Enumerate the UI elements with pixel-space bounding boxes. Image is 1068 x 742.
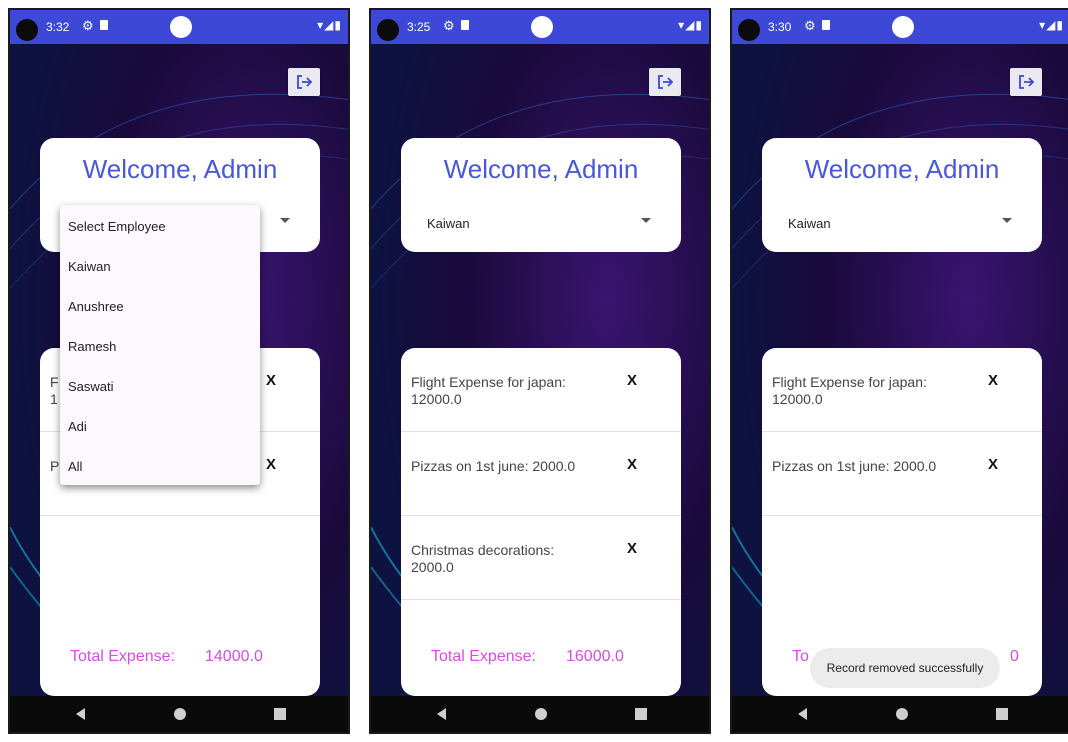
navigation-bar [371,696,709,732]
back-icon[interactable] [437,708,446,720]
expense-text: Christmas decorations: 2000.0 [411,542,555,575]
expense-list-card: Flight Expense for japan: 12000.0 X Pizz… [762,348,1042,696]
remove-expense-button[interactable]: X [988,456,998,473]
dropdown-option[interactable]: Anushree [68,299,124,314]
sd-card-icon [100,20,108,30]
expense-row: Flight Expense for japan: 12000.0 X [401,348,681,432]
status-bar: 3:25 ⚙ ▾◢▮ [371,10,709,44]
logout-button[interactable] [1010,68,1042,96]
expense-row: Pizzas on 1st june: 2000.0 X [401,432,681,516]
dropdown-caret-icon[interactable] [1002,218,1012,223]
recent-apps-icon[interactable] [996,708,1008,720]
back-icon[interactable] [76,708,85,720]
remove-expense-button[interactable]: X [627,540,637,557]
employee-select[interactable]: Kaiwan [788,216,831,231]
home-icon[interactable] [174,708,186,720]
expense-row: Flight Expense for japan: 12000.0 X [762,348,1042,432]
navigation-bar [10,696,348,732]
dropdown-option[interactable]: Saswati [68,379,114,394]
recent-apps-icon[interactable] [635,708,647,720]
employee-select[interactable]: Kaiwan [427,216,470,231]
status-dot-icon [892,16,914,38]
remove-expense-button[interactable]: X [266,456,276,473]
total-expense-value: 16000.0 [566,648,624,665]
total-expense-label: To [792,648,809,665]
dropdown-option[interactable]: Adi [68,419,87,434]
welcome-title: Welcome, Admin [443,154,639,184]
employee-dropdown-menu: Select Employee Kaiwan Anushree Ramesh S… [60,205,260,485]
wifi-signal-battery-icon: ▾◢▮ [1039,18,1064,32]
total-expense-label: Total Expense: [431,648,536,665]
expense-text: Flight Expense for japan: 12000.0 [411,374,566,407]
status-time: 3:25 [407,20,431,34]
dropdown-option[interactable]: Kaiwan [68,259,111,274]
expense-text: Pizzas on 1st june: 2000.0 [411,458,576,474]
dropdown-option[interactable]: Ramesh [68,339,116,354]
total-expense-value: 14000.0 [205,648,263,665]
expense-row: Christmas decorations: 2000.0 X [401,516,681,600]
phone-screen-2: 3:25 ⚙ ▾◢▮ Welcome, Admin Kaiwan Flight … [369,8,711,734]
sd-card-icon [822,20,830,30]
status-time: 3:32 [46,20,70,34]
camera-cutout [738,19,760,41]
logout-button[interactable] [288,68,320,96]
dropdown-caret-icon[interactable] [641,218,651,223]
logout-icon [297,75,313,89]
sd-card-icon [461,20,469,30]
settings-gear-icon: ⚙ [443,18,455,33]
welcome-title: Welcome, Admin [82,154,278,184]
expense-text: Flight Expense for japan: 12000.0 [772,374,927,407]
remove-expense-button[interactable]: X [627,372,637,389]
total-expense-value: 0 [1010,648,1019,665]
dropdown-caret-icon[interactable] [280,218,290,223]
welcome-card: Welcome, Admin Kaiwan [762,138,1042,252]
total-expense-label: Total Expense: [70,648,175,665]
status-dot-icon [531,16,553,38]
home-icon[interactable] [896,708,908,720]
phone-screen-3: 3:30 ⚙ ▾◢▮ Welcome, Admin Kaiwan Flight … [730,8,1068,734]
logout-icon [1019,75,1035,89]
dropdown-option[interactable]: All [68,459,82,474]
wifi-signal-battery-icon: ▾◢▮ [317,18,342,32]
phone-screen-1: 3:32 ⚙ ▾◢▮ Welcome, Admin F 1 X P X Tota… [8,8,350,734]
remove-expense-button[interactable]: X [266,372,276,389]
navigation-bar [732,696,1068,732]
recent-apps-icon[interactable] [274,708,286,720]
settings-gear-icon: ⚙ [82,18,94,33]
camera-cutout [377,19,399,41]
camera-cutout [16,19,38,41]
logout-icon [658,75,674,89]
status-time: 3:30 [768,20,792,34]
expense-text: Pizzas on 1st june: 2000.0 [772,458,937,474]
home-icon[interactable] [535,708,547,720]
remove-expense-button[interactable]: X [988,372,998,389]
status-bar: 3:30 ⚙ ▾◢▮ [732,10,1068,44]
welcome-title: Welcome, Admin [804,154,1000,184]
wifi-signal-battery-icon: ▾◢▮ [678,18,703,32]
logout-button[interactable] [649,68,681,96]
status-bar: 3:32 ⚙ ▾◢▮ [10,10,348,44]
expense-list-card: Flight Expense for japan: 12000.0 X Pizz… [401,348,681,696]
toast-message: Record removed successfully [810,648,1000,688]
dropdown-option[interactable]: Select Employee [68,219,166,234]
welcome-card: Welcome, Admin Kaiwan [401,138,681,252]
settings-gear-icon: ⚙ [804,18,816,33]
remove-expense-button[interactable]: X [627,456,637,473]
status-dot-icon [170,16,192,38]
back-icon[interactable] [798,708,807,720]
expense-row: Pizzas on 1st june: 2000.0 X [762,432,1042,516]
